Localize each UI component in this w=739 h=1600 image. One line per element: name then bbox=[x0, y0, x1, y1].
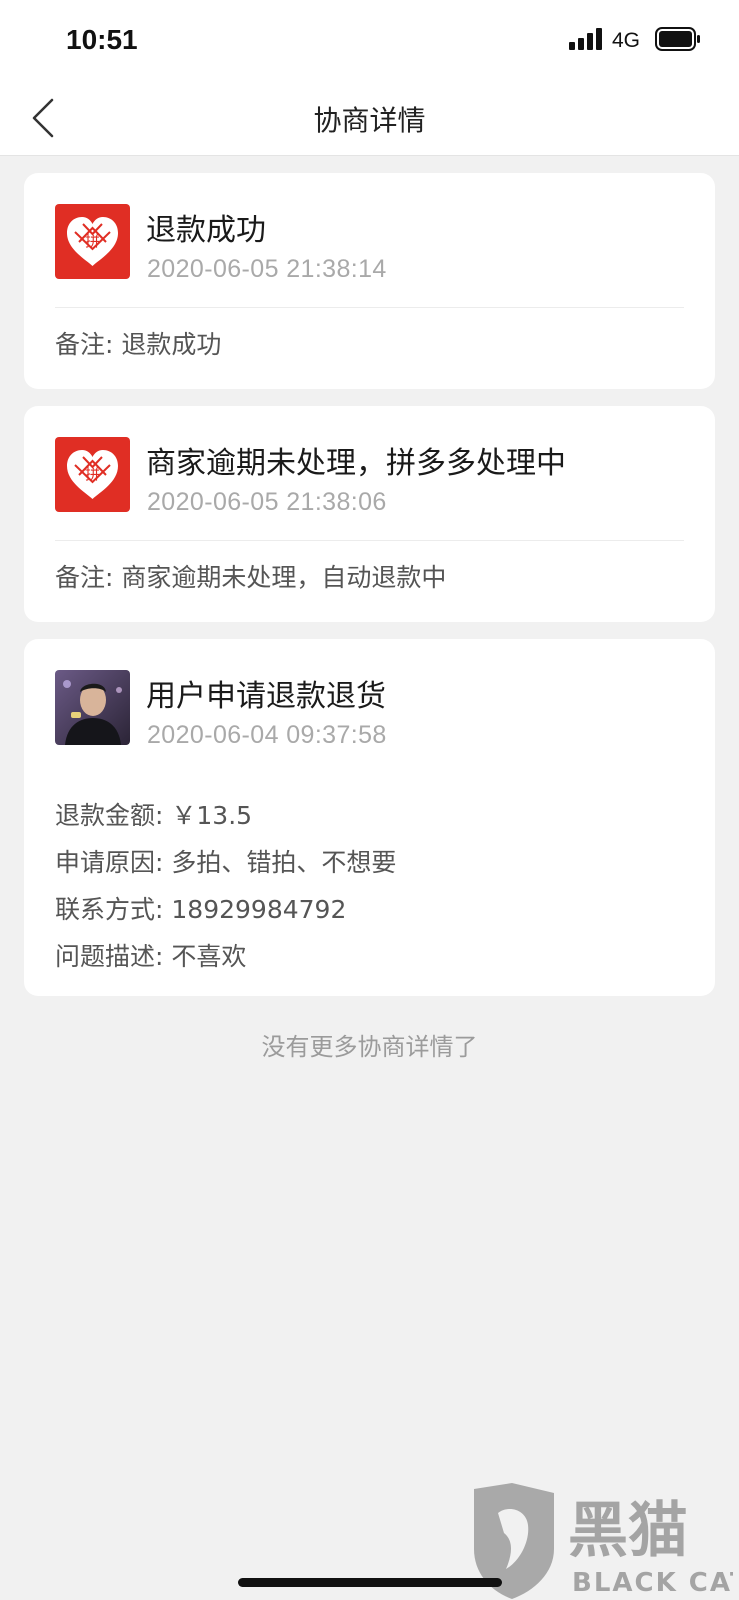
no-more-details-note: 没有更多协商详情了 bbox=[261, 1033, 478, 1061]
detail-value: 不喜欢 bbox=[171, 942, 247, 971]
problem-description: 问题描述: 不喜欢 bbox=[55, 937, 246, 973]
detail-label: 问题描述: bbox=[55, 942, 164, 971]
contact-method: 联系方式: 18929984792 bbox=[55, 890, 346, 926]
divider bbox=[55, 540, 684, 541]
refund-amount: 退款金额: ￥13.5 bbox=[55, 796, 252, 832]
event-card-platform-processing: 拼 商家逾期未处理，拼多多处理中 2020-06-05 21:38:06 备注:… bbox=[24, 406, 715, 622]
signal-icon bbox=[569, 28, 602, 50]
home-indicator[interactable] bbox=[238, 1578, 502, 1587]
status-time: 10:51 bbox=[66, 24, 138, 55]
nav-bar: 协商详情 bbox=[0, 80, 739, 156]
network-type: 4G bbox=[612, 29, 641, 52]
event-title: 退款成功 bbox=[146, 213, 266, 248]
page-title: 协商详情 bbox=[313, 104, 426, 137]
battery-icon bbox=[655, 27, 700, 51]
detail-value: 18929984792 bbox=[171, 895, 347, 924]
divider bbox=[55, 307, 684, 308]
svg-text:BLACK CAT: BLACK CAT bbox=[572, 1568, 733, 1598]
request-reason: 申请原因: 多拍、错拍、不想要 bbox=[55, 843, 396, 879]
remark-value: 商家逾期未处理，自动退款中 bbox=[121, 563, 447, 592]
event-remark: 备注: 商家逾期未处理，自动退款中 bbox=[55, 558, 446, 594]
status-bar: 10:51 4G bbox=[0, 0, 739, 80]
event-remark: 备注: 退款成功 bbox=[55, 325, 221, 361]
detail-label: 退款金额: bbox=[55, 801, 164, 830]
event-timestamp: 2020-06-05 21:38:06 bbox=[147, 488, 387, 516]
detail-value: 多拍、错拍、不想要 bbox=[171, 848, 397, 877]
detail-label: 联系方式: bbox=[55, 895, 164, 924]
detail-value: ￥13.5 bbox=[171, 801, 253, 830]
user-avatar bbox=[55, 670, 130, 745]
remark-value: 退款成功 bbox=[121, 330, 222, 359]
event-timestamp: 2020-06-04 09:37:58 bbox=[147, 721, 387, 749]
event-card-refund-success: 拼 退款成功 2020-06-05 21:38:14 备注: 退款成功 bbox=[24, 173, 715, 389]
event-card-user-request: 用户申请退款退货 2020-06-04 09:37:58 退款金额: ￥13.5… bbox=[24, 639, 715, 996]
svg-text:拼: 拼 bbox=[85, 232, 100, 250]
pinduoduo-logo-icon: 拼 bbox=[55, 437, 130, 512]
pinduoduo-logo-icon: 拼 bbox=[55, 204, 130, 279]
svg-text:黑猫: 黑猫 bbox=[568, 1496, 688, 1566]
remark-label: 备注: bbox=[55, 330, 114, 359]
svg-text:拼: 拼 bbox=[85, 465, 100, 483]
event-title: 商家逾期未处理，拼多多处理中 bbox=[146, 446, 566, 481]
black-cat-watermark-logo: 黑猫 BLACK CAT bbox=[474, 1483, 733, 1599]
event-title: 用户申请退款退货 bbox=[146, 679, 386, 714]
event-timestamp: 2020-06-05 21:38:14 bbox=[147, 255, 387, 283]
remark-label: 备注: bbox=[55, 563, 114, 592]
detail-label: 申请原因: bbox=[55, 848, 164, 877]
